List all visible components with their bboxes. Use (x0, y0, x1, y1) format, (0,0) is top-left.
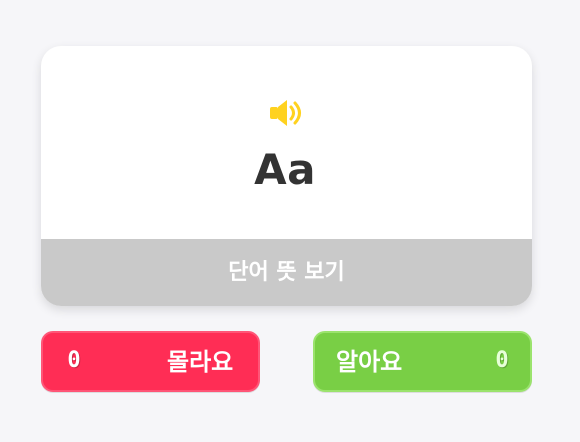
dont-know-count: 0 (67, 348, 81, 373)
know-label: 알아요 (336, 348, 403, 376)
dont-know-label: 몰라요 (167, 348, 234, 376)
flashcard-word: Aa (254, 145, 316, 194)
flashcard-front (41, 46, 532, 239)
dont-know-button[interactable]: 0 몰라요 (41, 331, 260, 392)
know-count: 0 (495, 348, 509, 373)
flashcard-screen: Aa 단어 뜻 보기 0 몰라요 알아요 0 (0, 0, 580, 442)
know-button[interactable]: 알아요 0 (313, 331, 532, 392)
speaker-icon (270, 100, 301, 126)
show-meaning-button[interactable]: 단어 뜻 보기 (41, 239, 532, 306)
pronunciation-button[interactable] (263, 95, 311, 131)
